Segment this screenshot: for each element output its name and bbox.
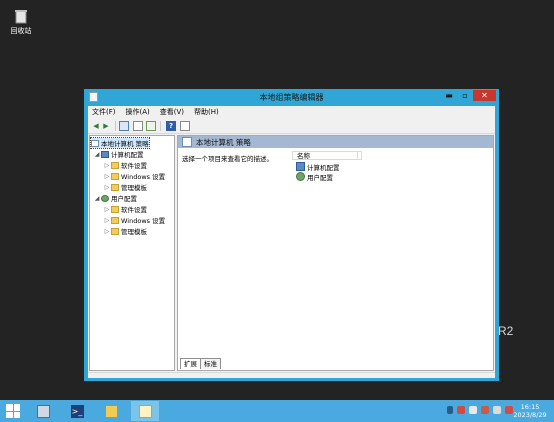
tree-node-windows-settings[interactable]: ▷ Windows 设置 [103, 215, 165, 225]
close-button[interactable]: ✕ [473, 90, 496, 101]
collapse-arrow-icon[interactable]: ◢ [93, 195, 101, 202]
collapse-arrow-icon[interactable]: ◢ [93, 151, 101, 158]
system-tray [447, 406, 513, 414]
folder-icon [111, 183, 119, 191]
expand-arrow-icon[interactable]: ▷ [103, 173, 111, 180]
tab-extended[interactable]: 扩展 [180, 358, 201, 369]
folder-icon [111, 205, 119, 213]
console-tree: 本地计算机 策略 ◢ 计算机配置 ▷ 软件设置 ▷ Windows 设置 ▷ 管… [89, 135, 175, 371]
tree-node-root[interactable]: 本地计算机 策略 [90, 137, 150, 149]
tree-node-windows-settings[interactable]: ▷ Windows 设置 [103, 171, 165, 181]
powershell-icon: >_ [70, 404, 84, 418]
policy-editor-icon [138, 404, 152, 418]
taskbar-server-manager[interactable] [29, 401, 57, 421]
taskbar-gpedit[interactable] [131, 401, 159, 421]
tree-node-label: 软件设置 [121, 206, 147, 214]
status-bar [88, 372, 495, 378]
tree-node-user-config[interactable]: ◢ 用户配置 [93, 193, 137, 203]
toolbar-separator [115, 121, 116, 131]
recycle-bin-icon [13, 8, 29, 24]
show-hidden-icons-icon[interactable] [447, 406, 453, 414]
menu-help[interactable]: 帮助(H) [194, 107, 219, 117]
column-header-name[interactable]: 名称 [292, 151, 362, 160]
list-item-user-config[interactable]: 用户配置 [296, 172, 333, 182]
show-hide-tree-icon[interactable] [133, 121, 143, 131]
tree-node-label: Windows 设置 [121, 217, 166, 225]
policy-document-icon [91, 139, 99, 147]
help-icon[interactable]: ? [166, 121, 176, 131]
expand-arrow-icon[interactable]: ▷ [103, 217, 111, 224]
tree-node-computer-config[interactable]: ◢ 计算机配置 [93, 149, 144, 159]
forward-arrow-icon[interactable]: ▶ [101, 121, 111, 131]
taskbar-powershell[interactable]: >_ [63, 401, 91, 421]
tree-node-label: 本地计算机 策略 [101, 140, 149, 148]
menu-view[interactable]: 查看(V) [160, 107, 184, 117]
minimize-button[interactable]: ▬ [441, 90, 457, 101]
tree-node-label: 管理模板 [121, 184, 147, 192]
item-description: 选择一个项目来查看它的描述。 [182, 155, 273, 163]
clock-date: 2023/8/29 [513, 411, 547, 419]
view-tabs: 扩展 标准 [180, 358, 221, 369]
back-arrow-icon[interactable]: ◀ [91, 121, 101, 131]
tree-node-label: 软件设置 [121, 162, 147, 170]
clock-time: 16:15 [520, 403, 540, 411]
folder-icon [111, 161, 119, 169]
title-bar[interactable]: 本地组策略编辑器 ▬ ▫ ✕ [84, 89, 499, 106]
folder-icon [111, 227, 119, 235]
window-title: 本地组策略编辑器 [259, 93, 324, 102]
maximize-button[interactable]: ▫ [457, 90, 473, 101]
volume-icon[interactable] [493, 406, 501, 414]
network-icon[interactable] [469, 406, 477, 414]
expand-arrow-icon[interactable]: ▷ [103, 228, 111, 235]
tab-standard[interactable]: 标准 [200, 358, 221, 369]
expand-arrow-icon[interactable]: ▷ [103, 206, 111, 213]
details-pane: 本地计算机 策略 选择一个项目来查看它的描述。 名称 计算机配置 用户配置 扩展… [177, 135, 494, 371]
gpedit-window: 本地组策略编辑器 ▬ ▫ ✕ 文件(F) 操作(A) 查看(V) 帮助(H) ◀… [84, 89, 499, 381]
window-client-area: 文件(F) 操作(A) 查看(V) 帮助(H) ◀ ▶ ? 本地计算机 策略 ◢ [88, 106, 495, 378]
tree-node-admin-templates[interactable]: ▷ 管理模板 [103, 182, 147, 192]
users-icon [296, 172, 305, 181]
menu-bar: 文件(F) 操作(A) 查看(V) 帮助(H) [88, 106, 499, 117]
toolbar-separator [160, 121, 161, 131]
expand-arrow-icon[interactable]: ▷ [103, 162, 111, 169]
tree-node-label: 用户配置 [111, 195, 137, 203]
computer-icon [101, 150, 109, 158]
taskbar-file-explorer[interactable] [97, 401, 125, 421]
computer-icon [296, 162, 305, 171]
recycle-bin-label: 回收站 [10, 27, 32, 35]
column-divider[interactable] [357, 152, 358, 160]
list-item-label: 用户配置 [307, 173, 333, 182]
folder-icon [111, 216, 119, 224]
windows-start-icon[interactable] [6, 404, 20, 418]
tree-node-software-settings[interactable]: ▷ 软件设置 [103, 204, 147, 214]
list-item-label: 计算机配置 [307, 163, 340, 172]
taskbar-clock[interactable]: 16:15 2023/8/29 [512, 403, 548, 419]
taskbar: >_ 16:15 2023/8/29 [0, 400, 554, 422]
menu-file[interactable]: 文件(F) [92, 107, 116, 117]
column-header-label: 名称 [297, 152, 310, 160]
folder-icon [111, 172, 119, 180]
tree-node-label: 管理模板 [121, 228, 147, 236]
expand-arrow-icon[interactable]: ▷ [103, 184, 111, 191]
alert-icon[interactable] [481, 406, 489, 414]
server-manager-icon [36, 404, 50, 418]
tree-node-admin-templates[interactable]: ▷ 管理模板 [103, 226, 147, 236]
users-icon [101, 194, 109, 202]
policy-document-icon [182, 137, 192, 147]
details-header: 本地计算机 策略 [178, 136, 493, 148]
flag-icon[interactable] [457, 406, 465, 414]
list-item-computer-config[interactable]: 计算机配置 [296, 162, 340, 172]
properties-icon[interactable] [180, 121, 190, 131]
export-list-icon[interactable] [146, 121, 156, 131]
folder-icon [104, 404, 118, 418]
tree-node-label: Windows 设置 [121, 173, 166, 181]
details-header-title: 本地计算机 策略 [196, 137, 251, 147]
menu-action[interactable]: 操作(A) [126, 107, 150, 117]
up-one-level-icon[interactable] [119, 121, 129, 131]
tree-node-software-settings[interactable]: ▷ 软件设置 [103, 160, 147, 170]
tree-node-label: 计算机配置 [111, 151, 144, 159]
desktop-watermark: R2 [498, 324, 514, 338]
toolbar: ◀ ▶ ? [88, 119, 495, 134]
desktop-icon-recycle-bin[interactable]: 回收站 [6, 8, 36, 36]
